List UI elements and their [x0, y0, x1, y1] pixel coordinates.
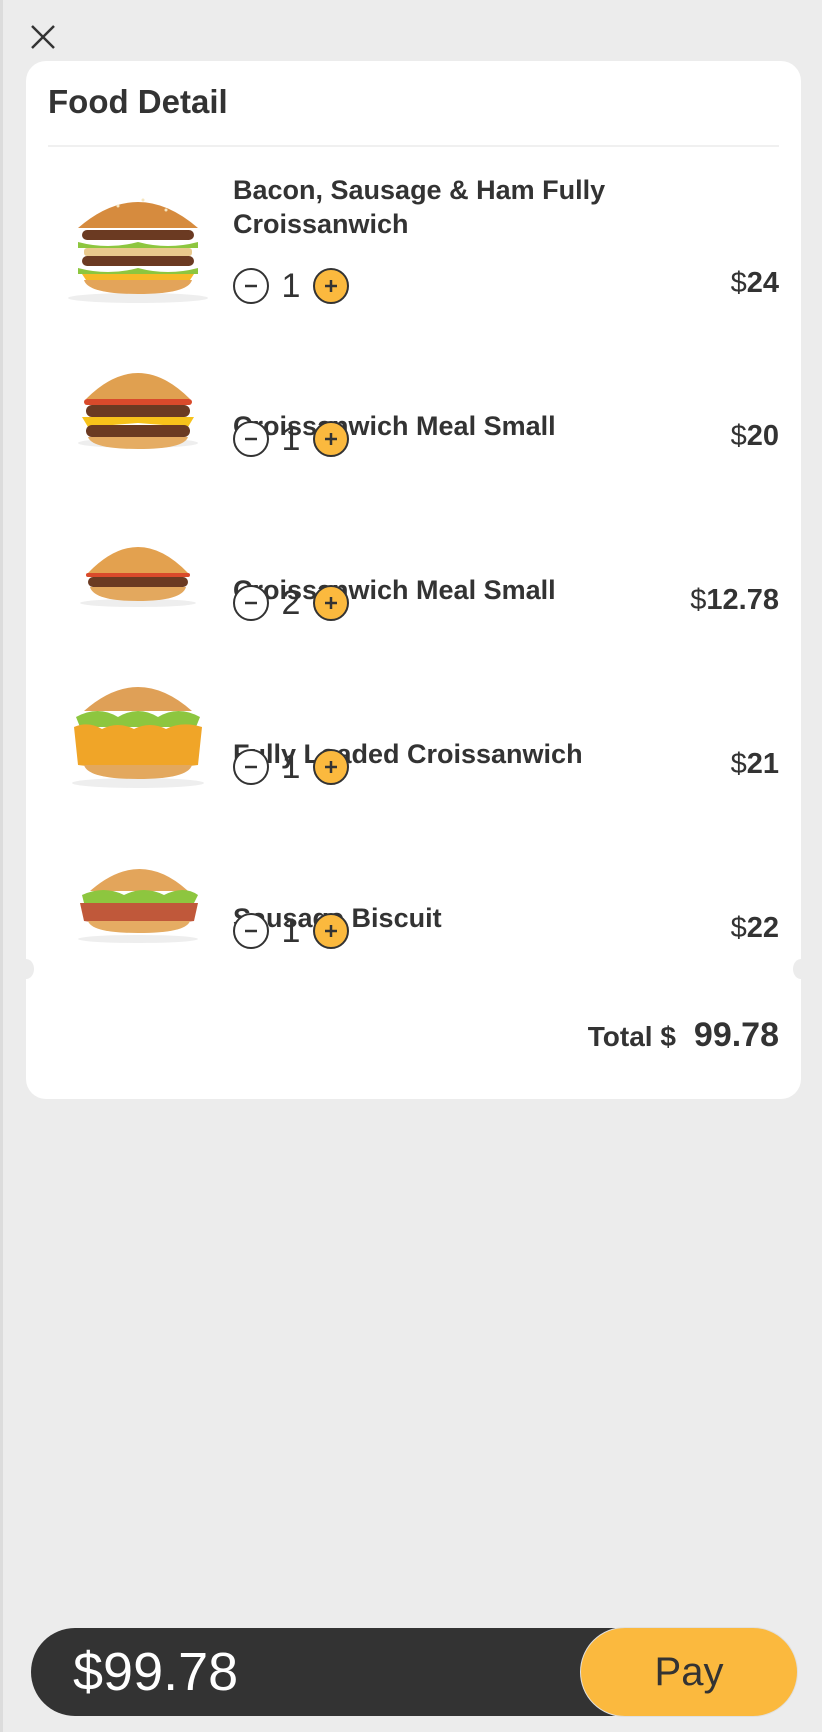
close-icon [31, 25, 55, 49]
minus-icon [245, 765, 257, 769]
minus-icon [245, 437, 257, 441]
checkout-bar: $99.78 Pay [31, 1627, 798, 1717]
price-value: 22 [746, 912, 779, 944]
item-price: $12.78 [690, 584, 779, 617]
plus-icon [325, 280, 337, 292]
card-notch-right [793, 959, 809, 979]
title-divider [48, 145, 779, 147]
sausage-burger-image [78, 869, 198, 943]
decrease-quantity-button[interactable] [233, 913, 269, 949]
food-image [48, 507, 228, 637]
food-image [48, 837, 228, 967]
price-value: 20 [746, 420, 779, 452]
food-image [48, 180, 228, 310]
item-price: $22 [731, 912, 779, 945]
price-currency: $ [730, 912, 747, 944]
quantity-stepper: 1 [233, 419, 349, 459]
hamburger-image [80, 547, 196, 607]
price-value: 12.78 [706, 584, 779, 616]
card-title: Food Detail [48, 83, 228, 120]
item-price: $24 [731, 267, 779, 300]
quantity-stepper: 1 [233, 266, 349, 306]
decrease-quantity-button[interactable] [233, 421, 269, 457]
checkout-amount: $99.78 [73, 1642, 239, 1702]
left-edge [0, 0, 3, 1732]
increase-quantity-button[interactable] [313, 268, 349, 304]
minus-icon [245, 601, 257, 605]
increase-quantity-button[interactable] [313, 585, 349, 621]
increase-quantity-button[interactable] [313, 749, 349, 785]
quantity-stepper: 2 [233, 583, 349, 623]
price-value: 21 [746, 748, 779, 780]
quantity-stepper: 1 [233, 911, 349, 951]
plus-icon [325, 761, 337, 773]
pay-button[interactable]: Pay [580, 1627, 798, 1717]
crispy-chicken-burger-image [72, 687, 204, 788]
quantity-value: 1 [281, 911, 301, 950]
price-currency: $ [730, 420, 747, 452]
minus-icon [245, 284, 257, 288]
total-label: Total $ [587, 1021, 676, 1052]
total-value: 99.78 [693, 1016, 779, 1054]
food-image [48, 669, 228, 799]
price-currency: $ [730, 267, 747, 299]
item-name: Bacon, Sausage & Ham Fully Croissanwich [233, 175, 606, 239]
food-detail-card: Food Detail Bacon, Sausage & Ham Fully C… [18, 61, 809, 1099]
decrease-quantity-button[interactable] [233, 749, 269, 785]
quantity-value: 1 [281, 747, 301, 786]
double-cheeseburger-image [78, 373, 198, 449]
food-image [48, 343, 228, 473]
price-value: 24 [746, 267, 779, 299]
price-currency: $ [690, 584, 707, 616]
minus-icon [245, 929, 257, 933]
price-currency: $ [730, 748, 747, 780]
increase-quantity-button[interactable] [313, 421, 349, 457]
item-price: $20 [731, 420, 779, 453]
quantity-value: 1 [281, 266, 301, 305]
close-button[interactable] [26, 20, 60, 54]
decrease-quantity-button[interactable] [233, 268, 269, 304]
card-notch-left [18, 959, 34, 979]
quantity-stepper: 1 [233, 747, 349, 787]
big-mac-burger-image [68, 198, 208, 303]
quantity-value: 1 [281, 419, 301, 458]
total-row: Total $ 99.78 [588, 1016, 779, 1055]
plus-icon [325, 925, 337, 937]
plus-icon [325, 433, 337, 445]
item-price: $21 [731, 748, 779, 781]
increase-quantity-button[interactable] [313, 913, 349, 949]
plus-icon [325, 597, 337, 609]
decrease-quantity-button[interactable] [233, 585, 269, 621]
quantity-value: 2 [281, 583, 301, 622]
